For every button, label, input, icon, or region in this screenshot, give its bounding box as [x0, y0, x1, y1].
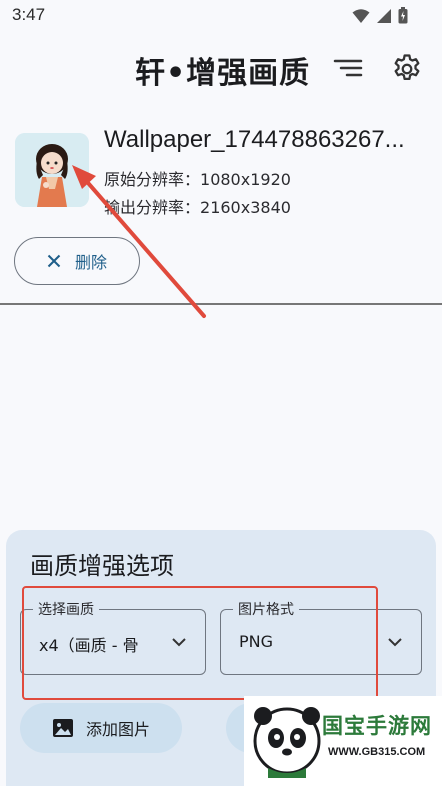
output-resolution-value: 2160x3840 [200, 198, 291, 217]
close-icon [47, 254, 61, 268]
delete-button[interactable]: 删除 [14, 237, 140, 285]
list-filter-icon [333, 59, 363, 77]
watermark-url: WWW.GB315.COM [328, 746, 426, 758]
annotation-highlight-box [22, 586, 378, 700]
image-icon [52, 719, 73, 737]
girl-illustration [15, 133, 89, 207]
watermark-text: 国宝手游网 [322, 714, 432, 738]
image-thumbnail[interactable] [15, 133, 89, 207]
divider [0, 303, 442, 305]
original-resolution-label: 原始分辨率： [104, 170, 201, 189]
add-image-button[interactable]: 添加图片 [20, 703, 182, 753]
status-icons [352, 7, 408, 24]
sort-menu-button[interactable] [332, 52, 364, 84]
output-resolution: 输出分辨率：2160x3840 [104, 194, 291, 218]
battery-icon [398, 7, 408, 24]
original-resolution-value: 1080x1920 [200, 170, 291, 189]
file-name: Wallpaper_174478863267... [104, 126, 405, 153]
signal-icon [377, 8, 391, 23]
status-time: 3:47 [12, 5, 46, 24]
output-resolution-label: 输出分辨率： [104, 198, 201, 217]
settings-button[interactable] [390, 52, 424, 86]
panda-icon [253, 707, 321, 778]
gear-icon [394, 54, 420, 81]
watermark-logo: 国宝手游网 WWW.GB315.COM [244, 696, 442, 786]
chevron-down-icon [388, 638, 402, 647]
options-title: 画质增强选项 [30, 552, 174, 580]
app-title: 轩•增强画质 [135, 56, 311, 91]
add-image-label: 添加图片 [85, 720, 150, 739]
original-resolution: 原始分辨率：1080x1920 [104, 166, 291, 190]
status-bar: 3:47 [0, 0, 442, 32]
wifi-icon [352, 8, 370, 23]
delete-label: 删除 [74, 253, 107, 272]
